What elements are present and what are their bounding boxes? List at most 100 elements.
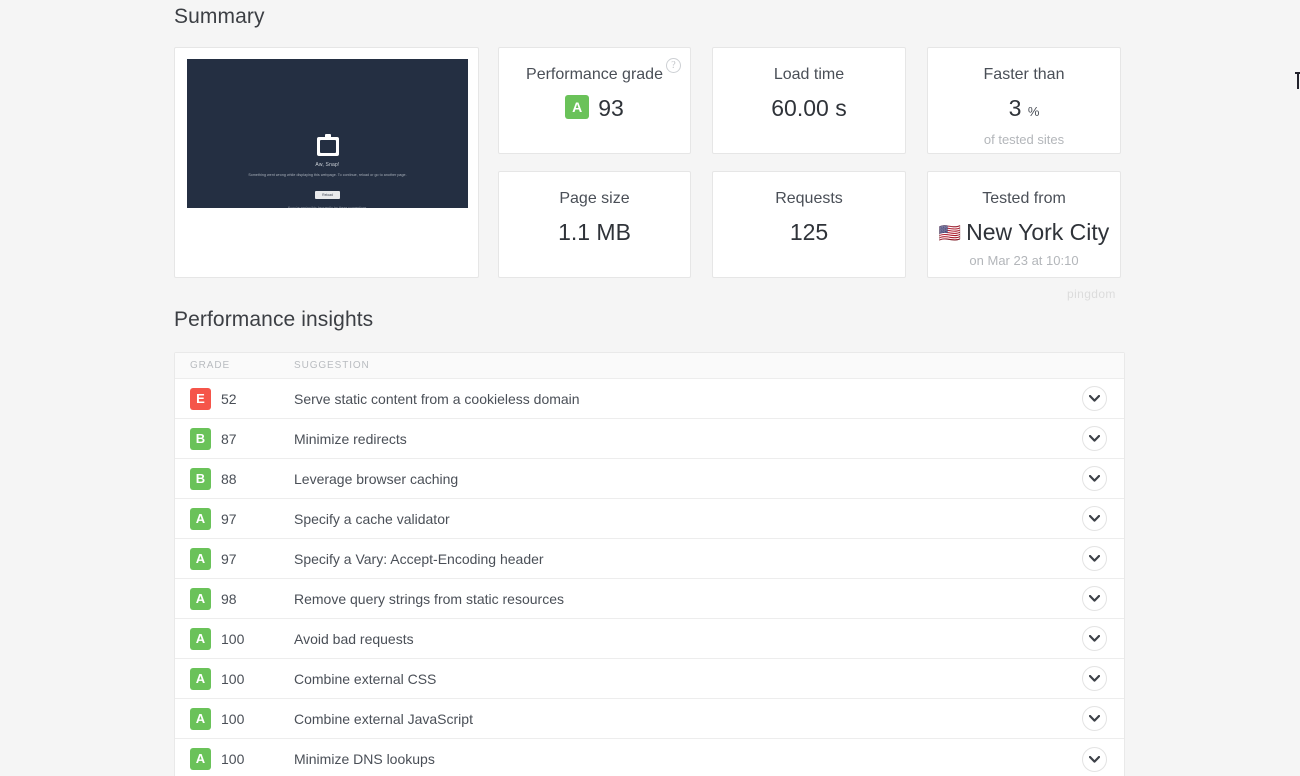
expand-chevron-down-icon[interactable] xyxy=(1081,546,1107,571)
table-row[interactable]: B 87 Minimize redirects xyxy=(175,419,1124,459)
suggestion-text: Specify a cache validator xyxy=(294,510,450,527)
faster-than-value: 3 xyxy=(1008,95,1022,121)
grade-score: 97 xyxy=(221,510,237,527)
cell-grade: B 88 xyxy=(175,467,292,490)
grade-score: 52 xyxy=(221,390,237,407)
suggestion-text: Combine external JavaScript xyxy=(294,710,473,727)
grade-score: 87 xyxy=(221,430,237,447)
cell-action xyxy=(1064,666,1124,691)
performance-grade-value-row: A 93 xyxy=(499,95,690,121)
faster-than-label: Faster than xyxy=(983,66,1065,83)
expand-chevron-down-icon[interactable] xyxy=(1081,386,1107,411)
suggestion-text: Minimize redirects xyxy=(294,430,407,447)
expand-chevron-down-icon[interactable] xyxy=(1081,426,1107,451)
text-ibeam-cursor xyxy=(1295,72,1300,89)
expand-chevron-down-icon[interactable] xyxy=(1081,746,1107,772)
page-size-value: 1.1 MB xyxy=(558,219,631,245)
suggestion-text: Minimize DNS lookups xyxy=(294,751,435,767)
grade-badge: A xyxy=(190,707,211,730)
suggestion-text: Leverage browser caching xyxy=(294,470,459,487)
faster-than-subtext: of tested sites xyxy=(983,132,1065,147)
performance-grade-label: Performance grade xyxy=(526,66,663,83)
grade-score: 100 xyxy=(221,630,245,647)
aw-snap-footer-prefix: If you're seeing this frequently, try th… xyxy=(287,206,349,208)
cell-grade: B 87 xyxy=(175,427,292,450)
grade-badge: E xyxy=(190,387,211,410)
expand-chevron-down-icon[interactable] xyxy=(1081,626,1107,651)
expand-chevron-down-icon[interactable] xyxy=(1081,506,1107,531)
aw-snap-footer-suffix: . xyxy=(366,206,368,208)
question-mark-icon[interactable]: ? xyxy=(666,58,681,73)
faster-than-unit: % xyxy=(1027,104,1040,119)
grade-badge: B xyxy=(190,467,211,490)
cell-grade: A 97 xyxy=(175,507,292,530)
stat-card-requests: Requests 125 xyxy=(712,171,906,278)
table-row[interactable]: B 88 Leverage browser caching xyxy=(175,459,1124,499)
stat-card-tested-from: Tested from 🇺🇸 New York City on Mar 23 at… xyxy=(927,171,1121,278)
expand-chevron-down-icon[interactable] xyxy=(1081,666,1107,691)
cell-grade: E 52 xyxy=(175,387,292,410)
cell-action xyxy=(1064,586,1124,611)
performance-insights-title: Performance insights xyxy=(174,308,374,331)
cell-action xyxy=(1064,466,1124,491)
grade-score: 97 xyxy=(221,550,237,567)
column-header-suggestion: SUGGESTION xyxy=(294,360,370,371)
pingdom-logo: pingdom xyxy=(1067,287,1116,301)
cell-action xyxy=(1064,746,1124,772)
suggestion-text: Specify a Vary: Accept-Encoding header xyxy=(294,550,544,567)
table-row[interactable]: A 98 Remove query strings from static reso… xyxy=(175,579,1124,619)
grade-score: 98 xyxy=(221,590,237,607)
grade-badge: A xyxy=(190,507,211,530)
aw-snap-footer: If you're seeing this frequently, try th… xyxy=(187,206,468,208)
cell-action xyxy=(1064,626,1124,651)
cell-grade: A 100 xyxy=(175,748,292,770)
expand-chevron-down-icon[interactable] xyxy=(1081,586,1107,611)
load-time-label: Load time xyxy=(773,66,845,83)
cell-action xyxy=(1064,706,1124,731)
table-body: E 52 Serve static content from a cookieles… xyxy=(175,379,1124,776)
load-time-value: 60.00 s xyxy=(771,95,847,121)
table-row[interactable]: A 100 Minimize DNS lookups xyxy=(175,739,1124,776)
aw-snap-title: Aw, Snap! xyxy=(315,162,340,168)
table-row[interactable]: E 52 Serve static content from a cookieles… xyxy=(175,379,1124,419)
cell-grade: A 97 xyxy=(175,547,292,570)
expand-chevron-down-icon[interactable] xyxy=(1081,706,1107,731)
cell-action xyxy=(1064,546,1124,571)
page-screenshot-card[interactable]: Aw, Snap! Something went wrong while dis… xyxy=(174,47,479,278)
page-screenshot-thumbnail[interactable]: Aw, Snap! Something went wrong while dis… xyxy=(187,59,468,208)
stat-card-page-size: Page size 1.1 MB xyxy=(498,171,691,278)
cell-action xyxy=(1064,426,1124,451)
suggestion-text: Serve static content from a cookieless d… xyxy=(294,390,580,407)
grade-badge: A xyxy=(190,627,211,650)
tested-from-timestamp: on Mar 23 at 10:10 xyxy=(969,253,1079,268)
column-header-grade: GRADE xyxy=(190,360,231,371)
grade-badge: A xyxy=(190,667,211,690)
suggestion-text: Avoid bad requests xyxy=(294,630,414,647)
grade-score: 88 xyxy=(221,470,237,487)
grade-score: 100 xyxy=(221,710,245,727)
requests-label: Requests xyxy=(775,190,843,207)
cell-action xyxy=(1064,386,1124,411)
tested-from-value-row: 🇺🇸 New York City xyxy=(928,219,1120,246)
grade-badge: A xyxy=(190,748,211,770)
grade-badge: A xyxy=(190,587,211,610)
reload-button[interactable]: Reload xyxy=(315,191,340,199)
table-row[interactable]: A 100 Avoid bad requests xyxy=(175,619,1124,659)
cell-grade: A 98 xyxy=(175,587,292,610)
tested-from-location: New York City xyxy=(966,219,1110,245)
cell-grade: A 100 xyxy=(175,667,292,690)
table-row[interactable]: A 100 Combine external CSS xyxy=(175,659,1124,699)
table-row[interactable]: A 97 Specify a Vary: Accept-Encoding heade… xyxy=(175,539,1124,579)
table-row[interactable]: A 100 Combine external JavaScript xyxy=(175,699,1124,739)
stat-card-performance-grade: ? Performance grade A 93 xyxy=(498,47,691,154)
stat-card-faster-than: Faster than 3 % of tested sites xyxy=(927,47,1121,154)
cell-action xyxy=(1064,506,1124,531)
table-row[interactable]: A 97 Specify a cache validator xyxy=(175,499,1124,539)
summary-section-title: Summary xyxy=(174,5,265,28)
performance-grade-score: 93 xyxy=(598,95,624,121)
expand-chevron-down-icon[interactable] xyxy=(1081,466,1107,491)
suggestions-link[interactable]: suggestions xyxy=(348,206,366,208)
suggestion-text: Combine external CSS xyxy=(294,670,437,687)
performance-insights-table: GRADE SUGGESTION E 52 Serve static content… xyxy=(174,352,1125,776)
grade-badge: B xyxy=(190,427,211,450)
